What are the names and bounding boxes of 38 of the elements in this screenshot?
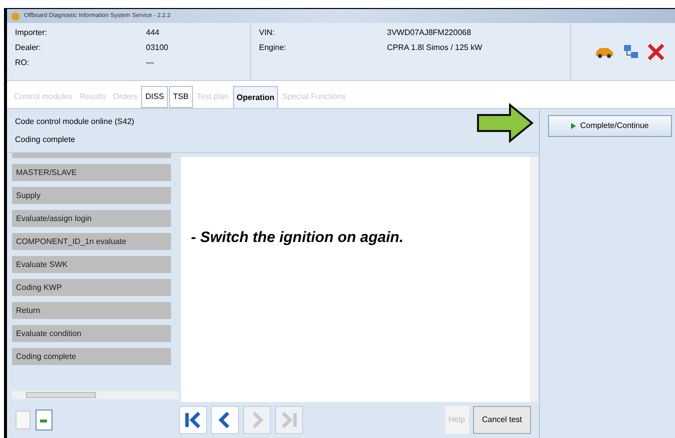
field-label: RO:	[15, 57, 30, 69]
document-icon[interactable]	[35, 409, 53, 431]
tab[interactable]: Operation	[232, 86, 278, 108]
arrow-icon	[476, 103, 534, 143]
app-icon	[11, 12, 20, 20]
step-item[interactable]: Coding KWP	[12, 279, 171, 296]
close-icon[interactable]	[647, 42, 665, 60]
field-label: Dealer:	[15, 42, 42, 54]
field-value: —	[146, 57, 154, 69]
step-title: Code control module online (S42)	[15, 116, 136, 128]
step-subtitle: Coding complete	[15, 134, 76, 146]
field-label: Engine:	[259, 42, 288, 54]
step-item[interactable]: Supply	[12, 187, 171, 204]
horizontal-scrollbar[interactable]	[12, 391, 179, 399]
cancel-button[interactable]: Cancel test	[472, 406, 531, 434]
field-value: CPRA 1.8l Simos / 125 kW	[387, 42, 482, 54]
step-item[interactable]: Evaluate condition	[12, 325, 171, 342]
field-label: Importer:	[15, 27, 48, 39]
field-value: 3VWD07AJ8FM220068	[387, 27, 472, 39]
step-item[interactable]: Evaluate/assign login	[12, 210, 171, 227]
play-icon	[571, 123, 576, 129]
tab[interactable]: DISS	[141, 86, 168, 108]
step-item[interactable]: Coding complete	[12, 348, 171, 365]
step-item[interactable]: Evaluate SWK	[12, 256, 171, 273]
network-icon[interactable]	[623, 44, 639, 60]
field-label: VIN:	[259, 27, 276, 39]
skip-back-icon	[183, 410, 203, 430]
tab[interactable]: TSB	[169, 86, 193, 108]
instruction-text: - Switch the ignition on again.	[191, 228, 404, 248]
step-item[interactable]: COMPONENT_ID_1n evaluate	[12, 233, 171, 250]
step-item[interactable]: Return	[12, 302, 171, 319]
back-button[interactable]	[211, 406, 239, 434]
field-value: 444	[146, 27, 160, 39]
skip-forward-icon	[279, 410, 299, 430]
first-button[interactable]	[179, 406, 207, 434]
field-value: 03100	[146, 42, 168, 54]
step-item[interactable]: MASTER/SLAVE	[12, 164, 171, 181]
continue-button[interactable]: Complete/Continue	[548, 115, 672, 137]
